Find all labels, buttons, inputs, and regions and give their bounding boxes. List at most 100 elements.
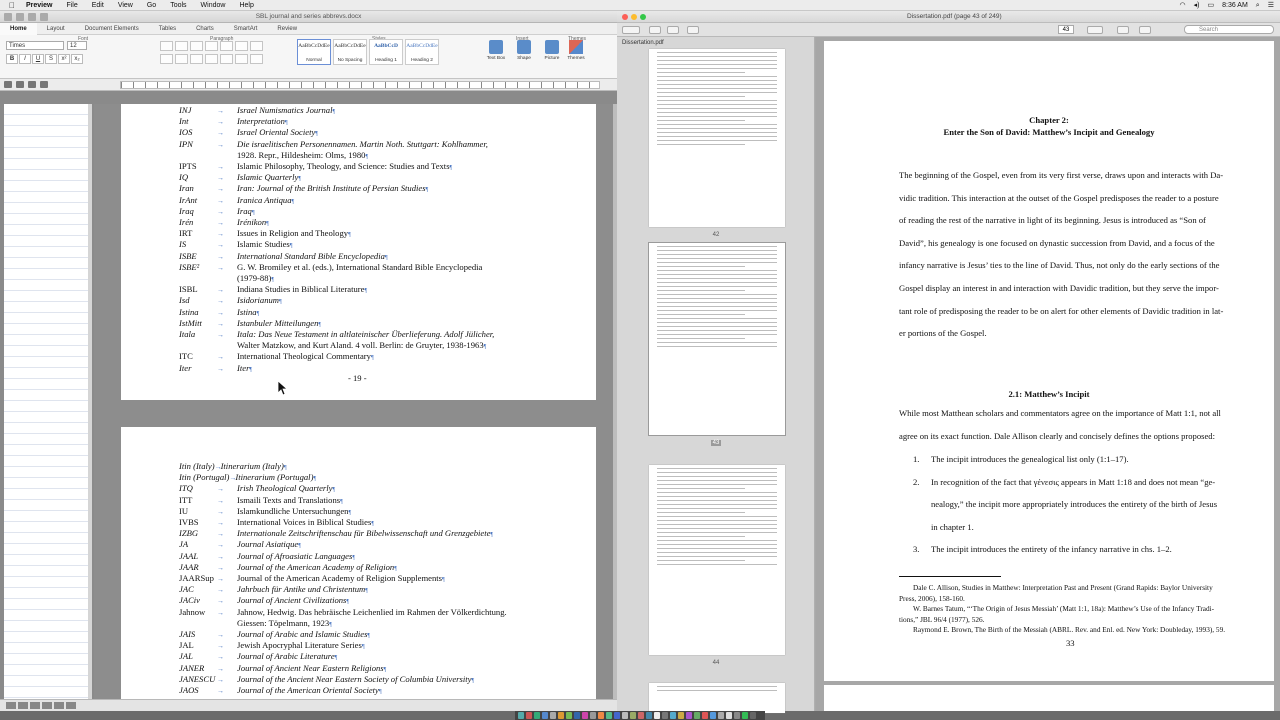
print-layout-icon[interactable] <box>42 702 52 709</box>
dock-app-icon[interactable] <box>574 712 580 719</box>
page-number-field[interactable]: 43 <box>1058 25 1074 34</box>
dock-app-icon[interactable] <box>694 712 700 719</box>
menu-help[interactable]: Help <box>232 0 260 11</box>
multilevel-list-button[interactable] <box>190 41 203 51</box>
dock-app-icon[interactable] <box>590 712 596 719</box>
horizontal-ruler[interactable] <box>120 81 600 89</box>
dock-app-icon[interactable] <box>606 712 612 719</box>
menu-app-name[interactable]: Preview <box>19 0 59 11</box>
page-thumbnail[interactable] <box>649 465 785 655</box>
search-icon[interactable] <box>40 81 48 88</box>
justify-button[interactable] <box>205 54 218 64</box>
volume-icon[interactable]: ◂) <box>1194 0 1200 11</box>
tab-layout[interactable]: Layout <box>37 23 75 35</box>
shading-button[interactable] <box>235 54 248 64</box>
menu-tools[interactable]: Tools <box>163 0 193 11</box>
page-thumbnail[interactable] <box>649 683 785 713</box>
close-button[interactable] <box>622 14 628 20</box>
dock-app-icon[interactable] <box>550 712 556 719</box>
style-heading-1[interactable]: AaBbCcD Heading 1 <box>369 39 403 65</box>
dock-app-icon[interactable] <box>622 712 628 719</box>
dock-app-icon[interactable] <box>582 712 588 719</box>
thumbnail-icon[interactable] <box>16 81 24 88</box>
font-name-field[interactable]: Times <box>6 41 64 50</box>
menu-file[interactable]: File <box>59 0 84 11</box>
dock-app-icon[interactable] <box>670 712 676 719</box>
dock-app-icon[interactable] <box>718 712 724 719</box>
dock-app-icon[interactable] <box>734 712 740 719</box>
italic-button[interactable]: I <box>19 54 31 64</box>
document-page[interactable]: INJ → Israel Numismatics Journal¶ Int → Inter… <box>121 104 596 400</box>
dock-app-icon[interactable] <box>558 712 564 719</box>
superscript-button[interactable]: x² <box>58 54 70 64</box>
undo-icon[interactable] <box>16 13 24 21</box>
dock-app-icon[interactable] <box>614 712 620 719</box>
themes-button[interactable]: Themes <box>565 40 587 61</box>
insert-shape-button[interactable]: Shape <box>513 40 535 61</box>
dock-app-icon[interactable] <box>646 712 652 719</box>
dock-app-icon[interactable] <box>566 712 572 719</box>
decrease-indent-button[interactable] <box>205 41 218 51</box>
zoom-out-button[interactable] <box>649 26 661 34</box>
view-menu-button[interactable] <box>622 26 640 34</box>
document-page[interactable]: Itin (Italy)→Itinerarium (Italy)¶ Itin (P… <box>121 427 596 699</box>
page-thumbnail-selected[interactable] <box>648 242 786 436</box>
dock-app-icon[interactable] <box>542 712 548 719</box>
outline-view-icon[interactable] <box>18 702 28 709</box>
insert-text-box-button[interactable]: Text Box <box>485 40 507 61</box>
battery-icon[interactable]: ▭ <box>1207 0 1214 11</box>
borders-button[interactable] <box>250 54 263 64</box>
search-field[interactable]: Search <box>1184 25 1274 34</box>
subscript-button[interactable]: x₂ <box>71 54 83 64</box>
style-no-spacing[interactable]: AaBbCcDdEe No Spacing <box>333 39 367 65</box>
navigation-pane[interactable] <box>4 104 90 699</box>
zoom-button[interactable] <box>640 14 646 20</box>
clock[interactable]: 8:36 AM <box>1222 0 1248 11</box>
navigation-scrollbar[interactable] <box>88 104 92 699</box>
notebook-view-icon[interactable] <box>54 702 64 709</box>
dock-app-icon[interactable] <box>518 712 524 719</box>
menu-view[interactable]: View <box>111 0 140 11</box>
toolbox-button[interactable] <box>1139 26 1151 34</box>
draft-view-icon[interactable] <box>6 702 16 709</box>
thumbnail-sidebar[interactable]: Dissertation.pdf 42 43 44 <box>617 37 815 713</box>
pdf-page[interactable]: Chapter 2: Enter the Son of David: Matth… <box>824 41 1274 681</box>
insert-picture-button[interactable]: Picture <box>541 40 563 61</box>
dock-app-icon[interactable] <box>678 712 684 719</box>
underline-button[interactable]: U <box>32 54 44 64</box>
wifi-icon[interactable]: ◠ <box>1180 0 1186 11</box>
sort-button[interactable] <box>235 41 248 51</box>
comment-icon[interactable] <box>28 81 36 88</box>
document-canvas[interactable]: INJ → Israel Numismatics Journal ¶ Int → Inter… <box>94 104 613 699</box>
menu-go[interactable]: Go <box>140 0 163 11</box>
dock-app-icon[interactable] <box>526 712 532 719</box>
apple-menu-icon[interactable]:  <box>0 0 19 11</box>
dock-app-icon[interactable] <box>742 712 748 719</box>
spotlight-icon[interactable]: ⌕ <box>1256 0 1260 11</box>
tab-document-elements[interactable]: Document Elements <box>75 23 149 35</box>
increase-indent-button[interactable] <box>220 41 233 51</box>
align-right-button[interactable] <box>190 54 203 64</box>
dock-app-icon[interactable] <box>702 712 708 719</box>
sidebar-toggle-icon[interactable] <box>4 81 12 88</box>
dock-app-icon[interactable] <box>598 712 604 719</box>
zoom-in-button[interactable] <box>667 26 679 34</box>
menu-window[interactable]: Window <box>194 0 233 11</box>
dock-app-icon[interactable] <box>654 712 660 719</box>
dock-app-icon[interactable] <box>710 712 716 719</box>
print-icon[interactable] <box>40 13 48 21</box>
pdf-page[interactable] <box>824 685 1274 711</box>
publishing-view-icon[interactable] <box>30 702 40 709</box>
markup-button[interactable] <box>1087 26 1103 34</box>
notification-center-icon[interactable]: ☰ <box>1268 0 1274 11</box>
bullets-button[interactable] <box>160 41 173 51</box>
dock-app-icon[interactable] <box>686 712 692 719</box>
line-spacing-button[interactable] <box>220 54 233 64</box>
align-left-button[interactable] <box>160 54 173 64</box>
dock-app-icon[interactable] <box>750 712 756 719</box>
dock-app-icon[interactable] <box>662 712 668 719</box>
align-center-button[interactable] <box>175 54 188 64</box>
minimize-button[interactable] <box>631 14 637 20</box>
tab-charts[interactable]: Charts <box>186 23 224 35</box>
redo-icon[interactable] <box>28 13 36 21</box>
